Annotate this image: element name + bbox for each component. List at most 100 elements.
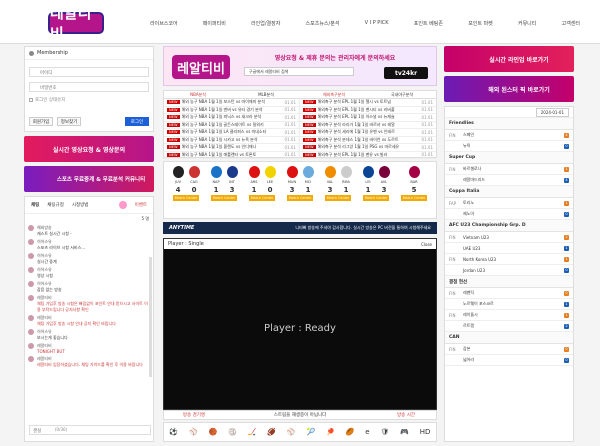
score-card[interactable]: LEI 1 AVL 3 Match Center: [358, 166, 394, 214]
site-logo[interactable]: 레알티비: [48, 4, 104, 43]
game-row[interactable]: FIN 스페인 4: [445, 130, 573, 141]
news-row[interactable]: NEW 해외 농구 NBA 1월 1일 보스턴 vs 마이애미 분석 01.01: [164, 99, 299, 107]
game-row[interactable]: 노르웨이 포스코르 1: [445, 299, 573, 310]
nav-item[interactable]: 포인트 마켓: [468, 20, 493, 30]
chat-scrollbar[interactable]: [149, 257, 152, 377]
news-row[interactable]: NEW 해외축구 분석 EPL 1월 1일 첼시 vs 토트넘 01.01: [300, 99, 436, 107]
match-center-button[interactable]: Match Center: [286, 195, 314, 201]
tab-kbo[interactable]: 국내야구분석: [368, 92, 436, 98]
score-card[interactable]: VAL 3 RMA 1 Match Center: [320, 166, 356, 214]
sport-filter-icon[interactable]: 🎮: [400, 428, 409, 436]
match-center-button[interactable]: Match Center: [172, 195, 200, 201]
date-selector[interactable]: 2024-01-01: [535, 107, 569, 117]
game-row[interactable]: UAE U23 1: [445, 243, 573, 254]
match-center-button[interactable]: Match Center: [210, 195, 238, 201]
find-info-button[interactable]: 정보찾기: [57, 117, 81, 126]
sport-filter-icon[interactable]: HD: [420, 428, 431, 436]
news-row[interactable]: NEW 해외 농구 NBA 1월 1일 올랜도 vs 인디애나 01.01: [164, 144, 299, 152]
news-row[interactable]: NEW 해외축구 분석 EPL 1월 1일 아스널 vs 뉴캐슬 01.01: [300, 114, 436, 122]
game-row[interactable]: 제노아 0: [445, 209, 573, 220]
game-row[interactable]: FIN 감본 0: [445, 344, 573, 355]
score-card[interactable]: BAR 5 Match Center: [396, 166, 432, 214]
tab-how-to-watch[interactable]: 시청방법: [72, 202, 89, 208]
join-button[interactable]: 회원가입: [29, 117, 53, 126]
league-header[interactable]: 결점 현선: [445, 276, 573, 288]
login-button[interactable]: 로그인: [125, 117, 149, 126]
game-row[interactable]: FIN North Korea U23 1: [445, 254, 573, 265]
video-request-banner[interactable]: 실시간 영상요청 & 영상문의: [24, 136, 154, 162]
tab-chat[interactable]: 채팅: [31, 202, 39, 208]
id-input[interactable]: [29, 67, 149, 77]
score-card[interactable]: JUV 4 CAG 0 Match Center: [168, 166, 204, 214]
event-icon[interactable]: [118, 201, 127, 209]
sport-filter-icon[interactable]: e: [365, 428, 369, 436]
league-header[interactable]: CAN: [445, 332, 573, 344]
password-input[interactable]: [29, 82, 149, 92]
sport-filter-icon[interactable]: 🏐: [228, 428, 237, 436]
score-card[interactable]: MUN 3 MCI 1 Match Center: [282, 166, 318, 214]
news-row[interactable]: NEW 해외 농구 NBA 1월 1일 애틀랜타 vs 토론토 01.01: [164, 152, 299, 159]
news-row[interactable]: NEW 해외 농구 NBA 1월 1일 피닉스 vs 새크라 분석 01.01: [164, 114, 299, 122]
sport-filter-icon[interactable]: ⚾: [287, 428, 296, 436]
nav-item[interactable]: 페이퍼티비: [203, 20, 226, 30]
sport-filter-icon[interactable]: 🎾: [306, 428, 315, 436]
score-card[interactable]: NAP 1 INT 3 Match Center: [206, 166, 242, 214]
nav-item[interactable]: 포인트 베팅존: [414, 20, 443, 30]
match-center-button[interactable]: Match Center: [362, 195, 390, 201]
game-row[interactable]: FIN 레이돌시 1: [445, 310, 573, 321]
tab-mlb[interactable]: MLB분석: [232, 92, 300, 98]
match-center-button[interactable]: Match Center: [400, 195, 428, 201]
top-banner[interactable]: 레알티비 영상요청 & 제휴 문의는 관리자에게 문의하세요 구글에서 레알티비…: [163, 46, 437, 86]
news-row[interactable]: NEW 해외 농구 NBA 1월 1일 LA 클리퍼스 vs 미네소타 01.01: [164, 129, 299, 137]
news-row[interactable]: NEW 해외축구 분석 세리에 1월 1일 유벤 vs 인테르 01.01: [300, 129, 436, 137]
league-header[interactable]: Super Cup: [445, 152, 573, 164]
game-row[interactable]: FIN 바르셀로나 1: [445, 164, 573, 175]
match-center-button[interactable]: Match Center: [248, 195, 276, 201]
news-row[interactable]: NEW 해외축구 분석 리그앙 1월 1일 PSG vs 마르세유 01.01: [300, 144, 436, 152]
lineup-banner[interactable]: 실시간 라인업 바로가기: [444, 46, 574, 72]
game-row[interactable]: 넓어라 0: [445, 355, 573, 366]
game-row[interactable]: Jordan U23 0: [445, 265, 573, 276]
nav-item[interactable]: 라이브스코어: [150, 20, 178, 30]
league-header[interactable]: AFC U23 Championship Grp. D: [445, 220, 573, 232]
chat-input[interactable]: [29, 425, 151, 435]
news-row[interactable]: NEW 해외 농구 NBA 1월 1일 시카고 vs 뉴욕 분석 01.01: [164, 137, 299, 144]
nav-item[interactable]: 라인업/결장자: [251, 20, 280, 30]
sport-filter-icon[interactable]: 🏒: [248, 428, 257, 436]
sport-filter-icon[interactable]: 🏉: [346, 428, 355, 436]
tab-nba[interactable]: NBA분석: [164, 92, 232, 98]
nav-item[interactable]: 스포츠뉴스/분석: [306, 20, 340, 30]
game-row[interactable]: FIN Vietnam U23 2: [445, 232, 573, 243]
pick-banner[interactable]: 해외 된스터 픽 바로가기: [444, 76, 574, 102]
news-row[interactable]: NEW 해외축구 분석 분데스 1월 1일 바이언 vs 도르트 01.01: [300, 137, 436, 144]
event-label[interactable]: 이벤트: [135, 202, 147, 208]
news-row[interactable]: NEW 해외 농구 NBA 1월 1일 골든스테이트 vs 밀워키 01.01: [164, 122, 299, 129]
game-row[interactable]: FIN 레벤틱 0: [445, 288, 573, 299]
video-player[interactable]: Player : Single Close Player : Ready: [163, 238, 437, 410]
game-row[interactable]: 르트랭 2: [445, 321, 573, 332]
score-card[interactable]: ARS 1 LEE 0 Match Center: [244, 166, 280, 214]
game-row[interactable]: 뉴욕 0: [445, 141, 573, 152]
sport-filter-icon[interactable]: 🏈: [267, 428, 276, 436]
nav-item[interactable]: V I P PICK: [365, 20, 389, 30]
game-row[interactable]: FAP 토리노 1: [445, 198, 573, 209]
free-stream-banner[interactable]: 스포츠 무료중계 & 무료분석 커뮤니티: [24, 166, 154, 192]
keep-login-checkbox[interactable]: 로그인 상태유지: [29, 97, 65, 103]
sport-filter-icon[interactable]: ⚾: [189, 428, 198, 436]
nav-item[interactable]: 고객센터: [562, 20, 580, 30]
news-row[interactable]: NEW 해외축구 분석 라리가 1월 1일 바르샤 vs 레알 01.01: [300, 122, 436, 129]
news-row[interactable]: NEW 해외 농구 NBA 1월 1일 덴버 vs 유타 경기 분석 01.01: [164, 107, 299, 114]
sport-filter-icon[interactable]: 🏓: [326, 428, 335, 436]
sport-filter-icon[interactable]: 🏀: [209, 428, 218, 436]
nav-item[interactable]: 커뮤니티: [518, 20, 536, 30]
news-row[interactable]: NEW 해외축구 분석 EPL 1월 1일 맨유 vs 빌라 01.01: [300, 152, 436, 159]
sport-filter-icon[interactable]: ⚽: [169, 428, 178, 436]
sport-filter-icon[interactable]: 🛡: [380, 428, 389, 436]
close-button[interactable]: Close: [421, 242, 432, 247]
news-row[interactable]: NEW 해외축구 분석 EPL 1월 1일 맨시티 vs 리버풀 01.01: [300, 107, 436, 114]
league-header[interactable]: Coppa Italia: [445, 186, 573, 198]
game-row[interactable]: 레알마드리드 4: [445, 175, 573, 186]
tab-chat-rules[interactable]: 채팅규정: [47, 202, 64, 208]
match-center-button[interactable]: Match Center: [324, 195, 352, 201]
tab-soccer[interactable]: 해외축구분석: [300, 92, 368, 98]
